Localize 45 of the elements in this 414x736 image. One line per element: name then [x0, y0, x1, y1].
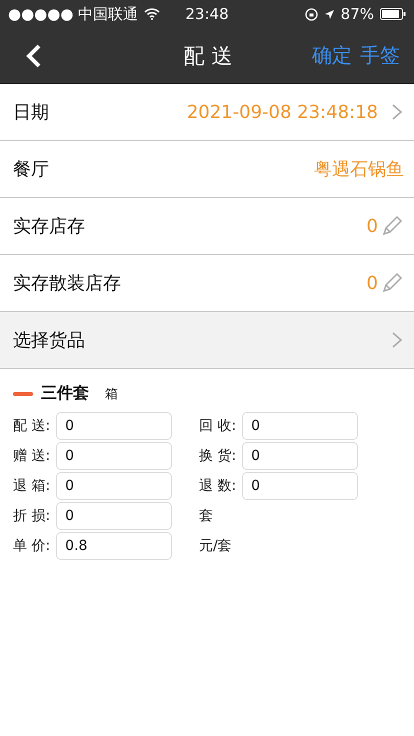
input-field[interactable]: 0	[242, 412, 358, 440]
select-goods-row[interactable]: 选择货品	[0, 312, 414, 369]
input-field[interactable]: 0.8	[56, 532, 172, 560]
row-value: 0	[366, 272, 378, 294]
pencil-icon[interactable]	[380, 271, 404, 295]
input-field[interactable]: 0	[56, 412, 172, 440]
date-row[interactable]: 日期 2021-09-08 23:48:18	[0, 84, 414, 141]
row-label: 日期	[13, 101, 50, 124]
row-label: 实存散装店存	[13, 272, 122, 295]
pencil-icon[interactable]	[380, 214, 404, 238]
nav-action-button[interactable]: 确定	[308, 42, 356, 69]
location-icon	[324, 8, 335, 20]
wifi-icon	[144, 8, 160, 20]
unit-label: 套	[199, 507, 213, 525]
chevron-right-icon	[390, 331, 404, 349]
row-value: 0	[366, 216, 378, 236]
field-label: 配 送:	[13, 417, 50, 435]
row-value: 2021-09-08 23:48:18	[186, 102, 378, 122]
rotation-lock-icon	[304, 8, 318, 20]
input-field[interactable]: 0	[56, 442, 172, 470]
row-label: 餐厅	[13, 158, 50, 181]
field-label: 回 收:	[199, 417, 236, 435]
input-field[interactable]: 0	[242, 472, 358, 500]
nav-action-button[interactable]: 手签	[356, 42, 404, 69]
battery-percent: 87%	[340, 5, 374, 23]
clock-time: 23:48	[185, 5, 229, 23]
unit-label: 元/套	[199, 537, 232, 555]
product-unit: 箱	[105, 386, 118, 402]
field-label: 退 数:	[199, 477, 236, 495]
field-label: 单 价:	[13, 537, 50, 555]
row-label: 实存店存	[13, 215, 86, 238]
product-name: 三件套	[41, 383, 89, 404]
page-title: 配 送	[182, 42, 234, 70]
field-label: 赠 送:	[13, 447, 50, 465]
field-label: 换 货:	[199, 447, 236, 465]
input-field[interactable]: 0	[242, 442, 358, 470]
chevron-right-icon	[390, 103, 404, 121]
row-label: 选择货品	[13, 329, 86, 352]
row-value: 粤遇石锅鱼	[314, 158, 404, 181]
input-field[interactable]: 0	[56, 472, 172, 500]
input-field[interactable]: 0	[56, 502, 172, 530]
field-label: 退 箱:	[13, 477, 50, 495]
battery-icon	[380, 8, 406, 20]
carrier-name: ●●●●● 中国联通	[8, 4, 138, 24]
field-label: 折 损:	[13, 507, 50, 525]
